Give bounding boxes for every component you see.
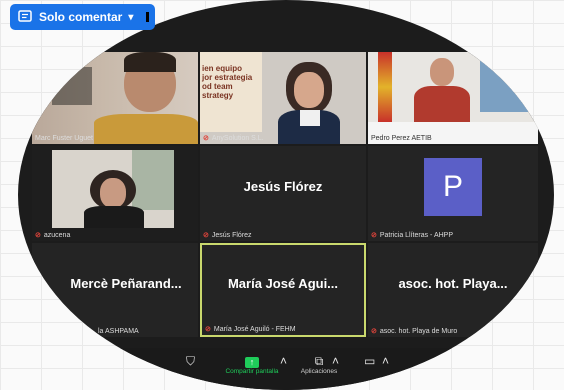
mic-muted-icon: ⊘ xyxy=(35,232,41,239)
participant-tile[interactable]: P ⊘ Patricia Llíteras - AHPP xyxy=(368,146,538,241)
participant-name: ⊘ azucena xyxy=(35,231,71,240)
security-button[interactable]: ⛉ xyxy=(186,354,195,368)
participant-tile[interactable]: Marc Fuster Uguet xyxy=(32,52,198,144)
apps-options-chevron[interactable]: ˄ xyxy=(332,354,339,368)
shield-icon: ⛉ xyxy=(186,354,196,368)
chevron-up-icon: ˄ xyxy=(332,354,340,368)
whiteboard-icon: ▭ xyxy=(364,354,376,368)
participant-display-name: María José Agui... xyxy=(227,275,339,291)
participant-name: ⊘ AnySolution S.L. xyxy=(203,134,264,143)
video-feed-person-head xyxy=(294,72,324,108)
comment-mode-button[interactable]: Solo comentar ▾ xyxy=(10,4,155,30)
participant-tile[interactable]: ⊘ azucena xyxy=(32,146,198,241)
participant-display-name: Mercè Peñarand... xyxy=(70,275,182,291)
participant-tile[interactable]: Pedro Perez AETIB xyxy=(368,52,538,144)
video-feed-person-head xyxy=(100,178,126,208)
whiteboard-button[interactable]: ▭ xyxy=(364,354,375,368)
video-feed-scarf xyxy=(300,110,320,126)
mic-muted-icon: ⊘ xyxy=(203,135,209,142)
video-feed-flag xyxy=(378,52,392,122)
video-feed-detail xyxy=(52,67,92,105)
participant-tile[interactable]: ien equipo jor estrategia od team strate… xyxy=(200,52,366,144)
share-screen-icon: ↑ xyxy=(245,357,259,368)
participant-name: ⊘ asoc. hot. Playa de Muro xyxy=(371,327,458,336)
share-screen-label: Compartir pantalla xyxy=(225,368,279,375)
mic-muted-icon: ⊘ xyxy=(203,232,209,239)
comment-icon xyxy=(18,10,32,22)
video-feed-person-body xyxy=(94,114,198,144)
comment-mode-label: Solo comentar xyxy=(39,10,123,24)
participant-name: ⊘ María José Aguiló - FEHM xyxy=(205,325,296,334)
video-feed-window xyxy=(132,150,174,210)
slide-text: ien equipo jor estrategia od team strate… xyxy=(202,64,253,100)
mic-muted-icon: ⊘ xyxy=(371,328,377,335)
participant-name: ⊘ Jesús Flórez xyxy=(203,231,252,240)
avatar-container: P xyxy=(368,146,538,227)
meeting-toolbar: ⛉ ↑ Compartir pantalla ˄ ⧉ Aplicaciones … xyxy=(18,348,554,390)
participant-name: Marc Fuster Uguet xyxy=(35,135,93,142)
mic-muted-icon: ⊘ xyxy=(205,326,211,333)
chevron-down-icon: ▾ xyxy=(128,11,134,23)
video-call-window: Marc Fuster Uguet ien equipo jor estrate… xyxy=(18,0,554,390)
participant-name: la ASHPAMA xyxy=(98,328,139,335)
apps-label: Aplicaciones xyxy=(300,368,338,375)
share-screen-button[interactable]: ↑ Compartir pantalla xyxy=(222,354,282,375)
participant-tile-active-speaker[interactable]: María José Agui... ⊘ María José Aguiló - … xyxy=(200,243,366,337)
participant-name: ⊘ Patricia Llíteras - AHPP xyxy=(371,231,454,240)
mic-muted-icon: ⊘ xyxy=(371,232,377,239)
video-feed-person-body xyxy=(84,206,144,228)
chevron-up-icon: ˄ xyxy=(280,354,288,368)
video-feed-person-body xyxy=(414,86,470,124)
participant-name: Pedro Perez AETIB xyxy=(371,135,432,142)
share-options-chevron[interactable]: ˄ xyxy=(280,354,287,368)
whiteboard-options-chevron[interactable]: ˄ xyxy=(382,354,389,368)
video-feed-poster xyxy=(480,56,528,112)
chevron-up-icon: ˄ xyxy=(382,354,390,368)
participant-tile[interactable]: Mercè Peñarand... la ASHPAMA xyxy=(32,243,198,337)
participant-tile[interactable]: asoc. hot. Playa... ⊘ asoc. hot. Playa de… xyxy=(368,243,538,337)
participant-tile[interactable]: Jesús Flórez ⊘ Jesús Flórez xyxy=(200,146,366,241)
avatar: P xyxy=(424,157,482,216)
participant-grid: Marc Fuster Uguet ien equipo jor estrate… xyxy=(18,0,554,390)
participant-display-name: asoc. hot. Playa... xyxy=(398,275,508,291)
video-feed-person-hair xyxy=(124,52,176,72)
cursor-mark xyxy=(146,12,149,22)
video-feed-person-head xyxy=(430,58,454,86)
participant-display-name: Jesús Flórez xyxy=(243,179,323,194)
